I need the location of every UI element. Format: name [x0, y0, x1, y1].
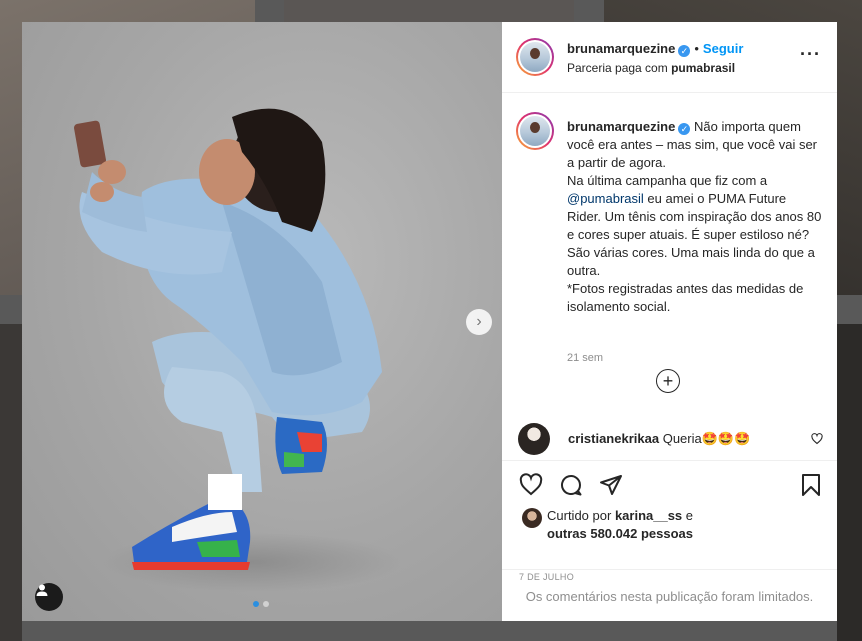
- caption-timestamp[interactable]: 21 sem: [567, 352, 603, 364]
- user-icon: [36, 584, 48, 596]
- tagged-users-button[interactable]: [35, 583, 63, 611]
- post-photo[interactable]: ›: [22, 22, 502, 621]
- paid-partnership-label: Parceria paga com pumabrasil: [567, 61, 735, 75]
- commenter-avatar[interactable]: [518, 423, 550, 455]
- post-modal: › brunamarquezine ✓ • Seguir Parceria paga …: [22, 22, 837, 621]
- like-heart-icon[interactable]: [519, 473, 543, 497]
- mention-link[interactable]: @pumabrasil: [567, 191, 644, 206]
- plus-circle-icon: +: [662, 371, 674, 391]
- caption-text: *Fotos registradas antes das medidas de …: [567, 281, 804, 314]
- comments-section: brunamarquezine ✓ Não importa quem você e…: [502, 93, 837, 460]
- liker-username[interactable]: karina__ss: [615, 508, 682, 523]
- more-icon: ···: [800, 44, 821, 64]
- chevron-right-icon: ›: [476, 313, 482, 330]
- likes-and: e: [685, 508, 694, 523]
- follow-button[interactable]: Seguir: [703, 41, 743, 56]
- avatar-image: [520, 42, 550, 72]
- partner-link[interactable]: pumabrasil: [671, 61, 735, 75]
- comment-text-line: cristianekrikaa Queria🤩🤩🤩: [568, 431, 750, 447]
- comment-bubble-icon[interactable]: [559, 473, 583, 497]
- next-photo-button[interactable]: ›: [466, 309, 492, 335]
- photo-illustration: [74, 108, 402, 592]
- background-post-thumbnail: [0, 324, 22, 641]
- post-sidebar: brunamarquezine ✓ • Seguir Parceria paga co…: [502, 22, 837, 621]
- likes-count-link[interactable]: outras 580.042 pessoas: [547, 526, 693, 541]
- carousel-dot: [263, 601, 269, 607]
- separator-dot: •: [694, 41, 699, 56]
- save-bookmark-icon[interactable]: [799, 473, 823, 497]
- load-more-comments-button[interactable]: +: [656, 369, 680, 393]
- carousel-dot: [253, 601, 259, 607]
- likes-prefix: Curtido por: [547, 508, 612, 523]
- more-options-button[interactable]: ···: [800, 44, 821, 65]
- verified-badge-icon: ✓: [678, 45, 691, 57]
- likes-summary: Curtido por karina__ss e outras 580.042 …: [547, 507, 693, 543]
- author-avatar[interactable]: [516, 38, 554, 76]
- partnership-prefix: Parceria paga com: [567, 61, 668, 75]
- author-username[interactable]: brunamarquezine: [567, 41, 675, 56]
- carousel-indicator: [253, 601, 269, 607]
- caption-username[interactable]: brunamarquezine: [567, 119, 675, 134]
- like-comment-heart-icon[interactable]: [811, 433, 823, 445]
- verified-badge-icon: ✓: [678, 123, 691, 135]
- comments-limited-notice: Os comentários nesta publicação foram li…: [502, 569, 837, 622]
- caption-author-avatar[interactable]: [516, 112, 554, 150]
- avatar-image: [520, 116, 550, 146]
- commenter-username[interactable]: cristianekrikaa: [568, 431, 659, 446]
- comment-text: Queria🤩🤩🤩: [662, 431, 751, 446]
- liker-avatar[interactable]: [522, 508, 542, 528]
- caption-text: Na última campanha que fiz com a: [567, 173, 768, 188]
- post-caption: brunamarquezine ✓ Não importa quem você e…: [567, 118, 822, 316]
- comment-item: cristianekrikaa Queria🤩🤩🤩: [518, 423, 823, 455]
- share-send-icon[interactable]: [599, 473, 623, 497]
- background-post-thumbnail: [837, 324, 862, 641]
- post-header: brunamarquezine ✓ • Seguir Parceria paga co…: [502, 22, 837, 93]
